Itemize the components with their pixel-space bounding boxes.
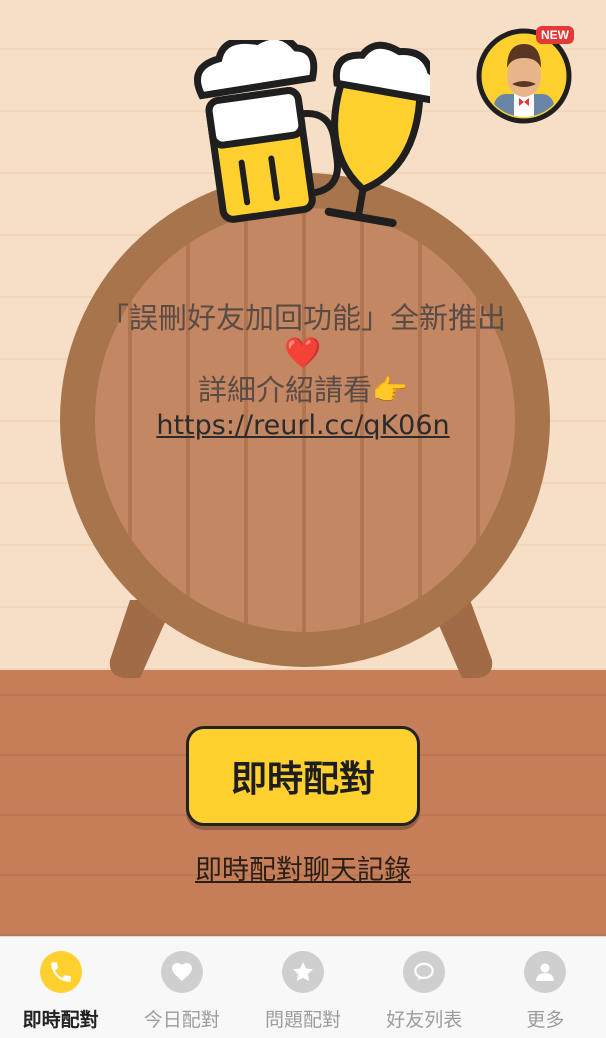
heart-icon — [160, 951, 203, 993]
star-icon — [282, 951, 324, 993]
instant-match-button[interactable]: 即時配對 — [186, 726, 420, 826]
tab-question-match[interactable]: 問題配對 — [242, 937, 363, 1038]
new-badge: NEW — [536, 26, 574, 44]
tab-today-match[interactable]: 今日配對 — [121, 937, 242, 1038]
announcement-line1: 「誤刪好友加回功能」全新推出 — [99, 301, 506, 335]
chat-bubbles-icon — [403, 951, 446, 993]
tab-instant-match[interactable]: 即時配對 — [0, 937, 121, 1038]
announcement-text: 「誤刪好友加回功能」全新推出 ❤️ 詳細介紹請看👉 https://reurl.… — [60, 300, 546, 444]
beer-toast-icon — [194, 40, 430, 228]
tab-label: 更多 — [526, 1009, 565, 1031]
tab-label: 問題配對 — [265, 1009, 342, 1031]
match-history-link[interactable]: 即時配對聊天記錄 — [0, 848, 606, 887]
bottom-tab-bar: 即時配對 今日配對 問題配對 好友列表 更多 — [0, 936, 606, 1038]
announcement-link[interactable]: https://reurl.cc/qK06n — [60, 408, 546, 444]
announcement-line2: 詳細介紹請看👉 — [197, 373, 409, 407]
tab-label: 好友列表 — [386, 1009, 463, 1031]
tab-label: 今日配對 — [143, 1009, 220, 1031]
profile-avatar[interactable]: NEW — [474, 26, 574, 126]
tab-friends-list[interactable]: 好友列表 — [364, 937, 485, 1038]
phone-icon — [39, 951, 82, 993]
tab-label: 即時配對 — [22, 1009, 99, 1031]
heart-emoji: ❤️ — [284, 336, 322, 371]
tab-more[interactable]: 更多 — [485, 937, 606, 1038]
person-icon — [524, 951, 567, 993]
